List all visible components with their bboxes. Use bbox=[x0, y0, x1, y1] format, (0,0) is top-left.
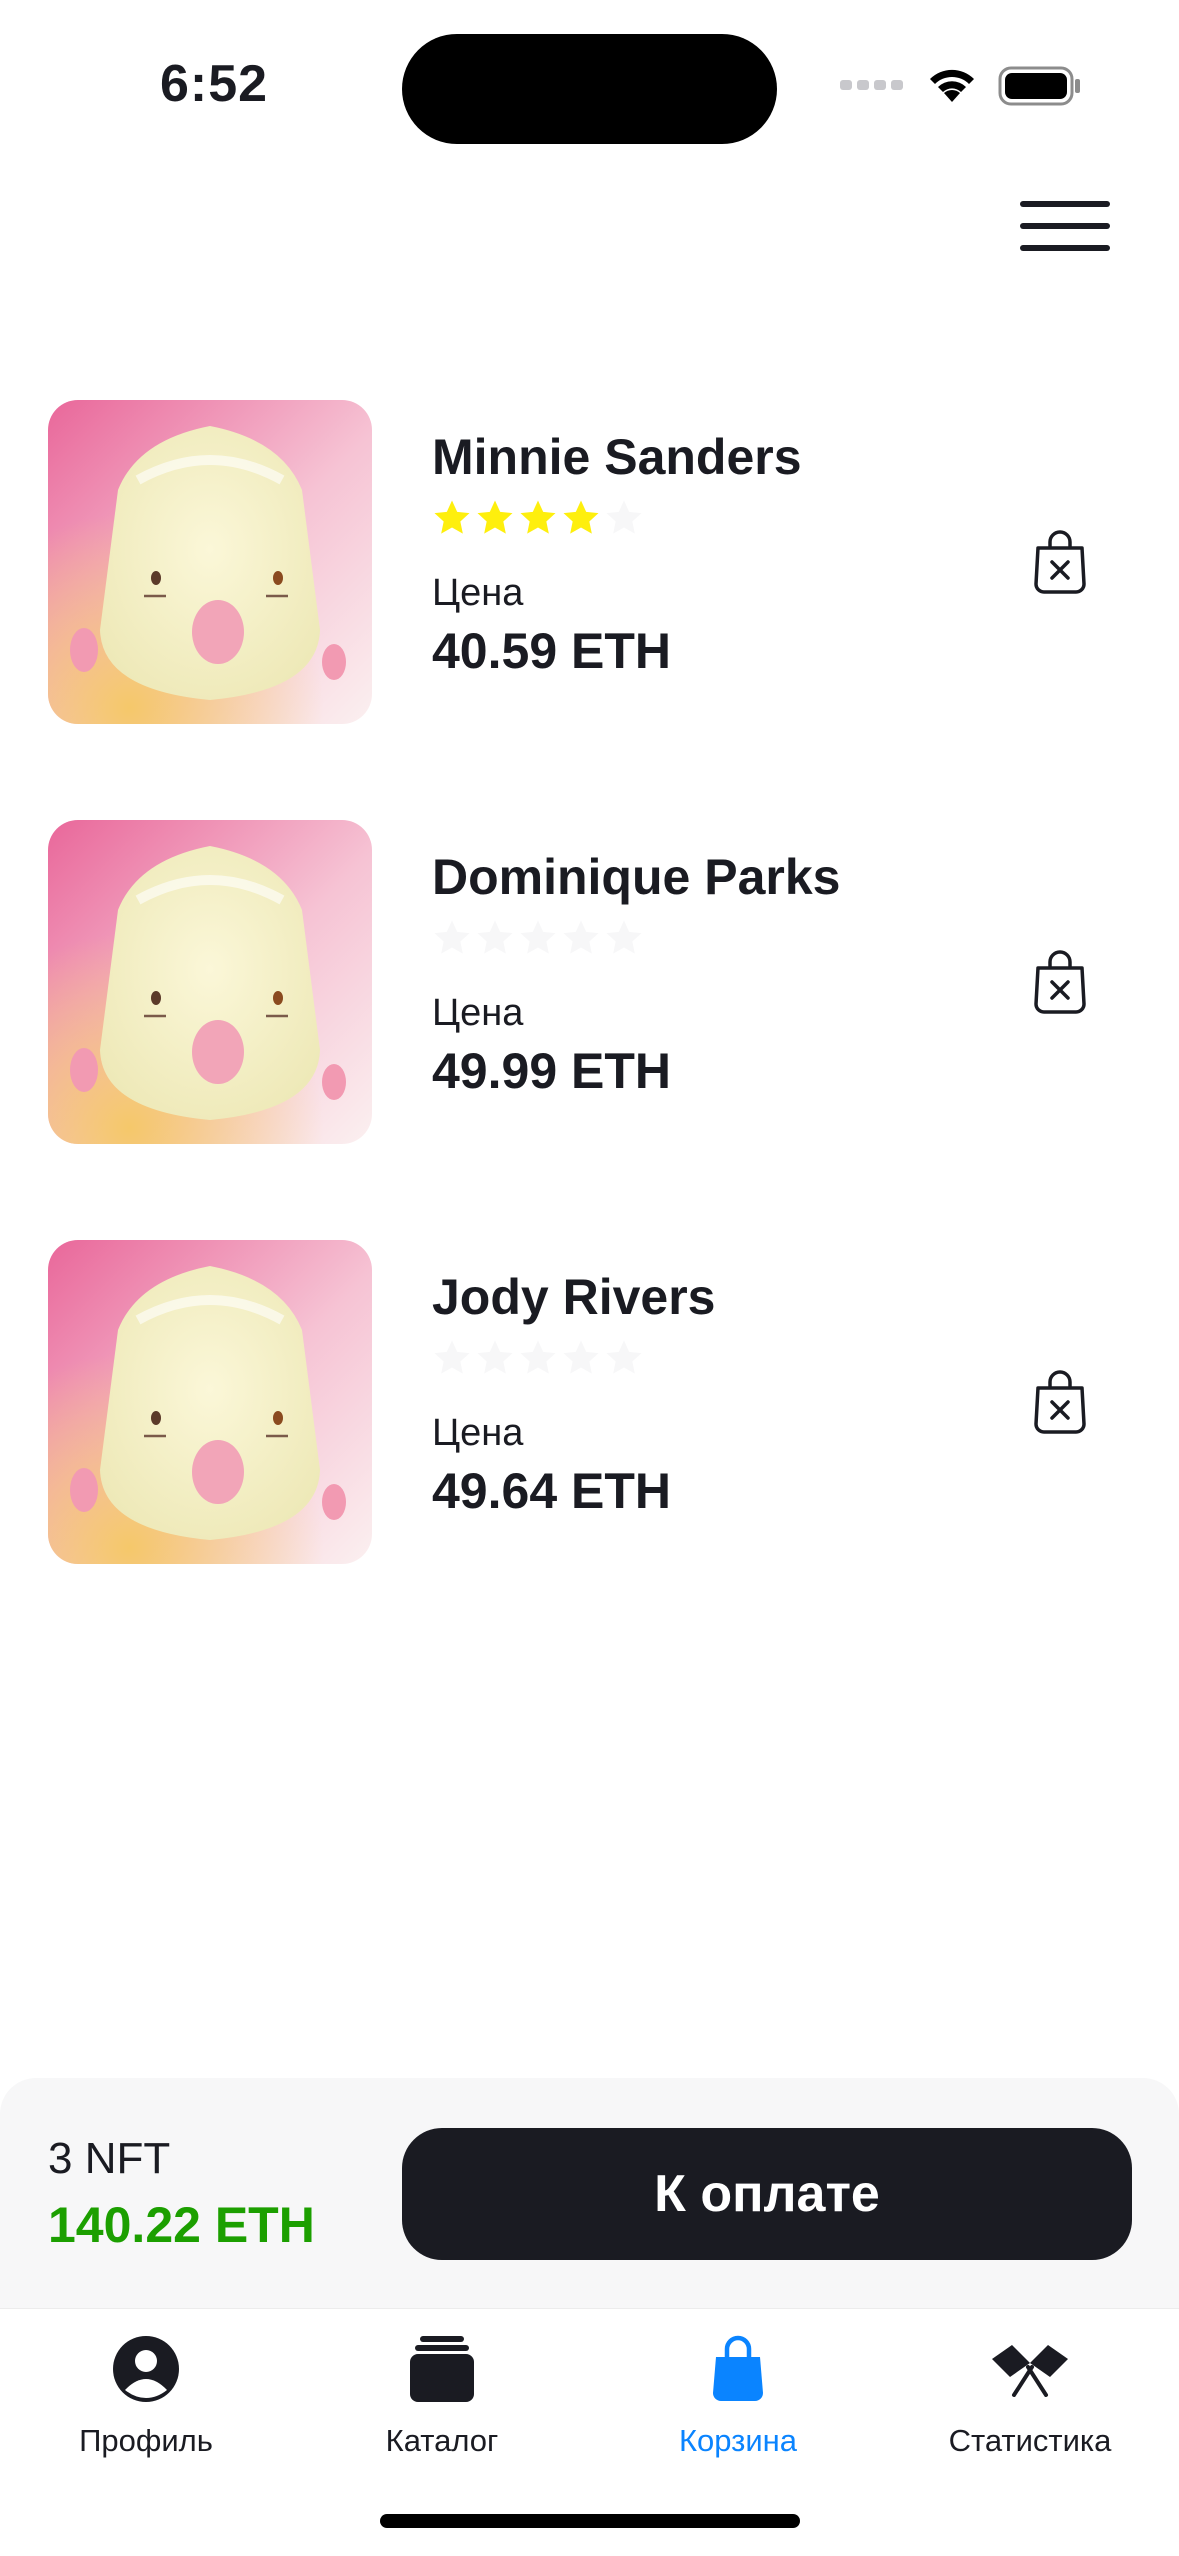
nft-count: 3 NFT bbox=[48, 2134, 171, 2183]
battery-icon bbox=[998, 66, 1080, 106]
price-label: Цена bbox=[432, 992, 524, 1034]
star-empty-icon bbox=[606, 920, 642, 954]
checkout-panel: 3 NFT 140.22 ETH К оплате bbox=[0, 2078, 1179, 2308]
dynamic-island bbox=[402, 34, 777, 144]
star-empty-icon bbox=[563, 1340, 599, 1374]
star-empty-icon bbox=[434, 920, 470, 954]
pay-button[interactable]: К оплате bbox=[402, 2128, 1132, 2260]
cellular-signal-icon bbox=[840, 80, 903, 90]
tab-profile[interactable]: Профиль bbox=[16, 2329, 276, 2489]
wifi-icon bbox=[930, 69, 974, 102]
status-icons bbox=[840, 60, 1080, 110]
tab-label: Статистика bbox=[948, 2423, 1112, 2458]
total-price: 140.22 ETH bbox=[48, 2197, 315, 2253]
star-empty-icon bbox=[477, 1340, 513, 1374]
star-filled-icon bbox=[563, 500, 599, 534]
cart-screen: 6:52 Minnie Sanders Цена 40.59 ETH Domin… bbox=[0, 0, 1179, 2556]
price-label: Цена bbox=[432, 1412, 524, 1454]
tab-label: Корзина bbox=[678, 2423, 798, 2458]
sort-menu-button[interactable] bbox=[1020, 188, 1110, 264]
tab-catalog[interactable]: Каталог bbox=[312, 2329, 572, 2489]
profile-icon bbox=[113, 2336, 179, 2402]
cart-item: Jody Rivers Цена 49.64 ETH bbox=[48, 1240, 1131, 1564]
cart-item: Dominique Parks Цена 49.99 ETH bbox=[48, 820, 1131, 1144]
cart-icon bbox=[713, 2335, 763, 2401]
tab-cart[interactable]: Корзина bbox=[608, 2329, 868, 2489]
bag-remove-icon bbox=[1034, 1370, 1086, 1434]
remove-from-cart-button[interactable] bbox=[1028, 948, 1092, 1016]
menu-line-icon bbox=[1020, 223, 1110, 229]
nft-image bbox=[48, 820, 372, 1144]
rating-stars bbox=[432, 1338, 644, 1378]
menu-line-icon bbox=[1020, 245, 1110, 251]
cart-item: Minnie Sanders Цена 40.59 ETH bbox=[48, 400, 1131, 724]
nft-image bbox=[48, 1240, 372, 1564]
bag-remove-icon bbox=[1034, 950, 1086, 1014]
nft-name: Dominique Parks bbox=[432, 849, 841, 905]
nft-name: Minnie Sanders bbox=[432, 429, 802, 485]
star-filled-icon bbox=[434, 500, 470, 534]
statistics-icon bbox=[992, 2345, 1068, 2397]
star-empty-icon bbox=[520, 920, 556, 954]
rating-stars bbox=[432, 498, 644, 538]
menu-line-icon bbox=[1020, 201, 1110, 207]
catalog-icon bbox=[410, 2336, 474, 2402]
price-value: 40.59 ETH bbox=[432, 623, 672, 679]
price-value: 49.99 ETH bbox=[432, 1043, 672, 1099]
star-empty-icon bbox=[520, 1340, 556, 1374]
rating-stars bbox=[432, 918, 644, 958]
star-empty-icon bbox=[477, 920, 513, 954]
tab-statistics[interactable]: Статистика bbox=[900, 2329, 1160, 2489]
star-filled-icon bbox=[477, 500, 513, 534]
bag-remove-icon bbox=[1034, 530, 1086, 594]
remove-from-cart-button[interactable] bbox=[1028, 528, 1092, 596]
price-label: Цена bbox=[432, 572, 524, 614]
star-empty-icon bbox=[606, 1340, 642, 1374]
tab-label: Профиль bbox=[79, 2423, 213, 2458]
tab-label: Каталог bbox=[385, 2423, 499, 2458]
nft-image bbox=[48, 400, 372, 724]
star-empty-icon bbox=[606, 500, 642, 534]
status-time: 6:52 bbox=[160, 55, 269, 113]
star-empty-icon bbox=[563, 920, 599, 954]
remove-from-cart-button[interactable] bbox=[1028, 1368, 1092, 1436]
nft-name: Jody Rivers bbox=[432, 1269, 716, 1325]
price-value: 49.64 ETH bbox=[432, 1463, 672, 1519]
home-indicator bbox=[380, 2514, 800, 2528]
star-filled-icon bbox=[520, 500, 556, 534]
cart-list: Minnie Sanders Цена 40.59 ETH Dominique … bbox=[48, 400, 1131, 1660]
star-empty-icon bbox=[434, 1340, 470, 1374]
